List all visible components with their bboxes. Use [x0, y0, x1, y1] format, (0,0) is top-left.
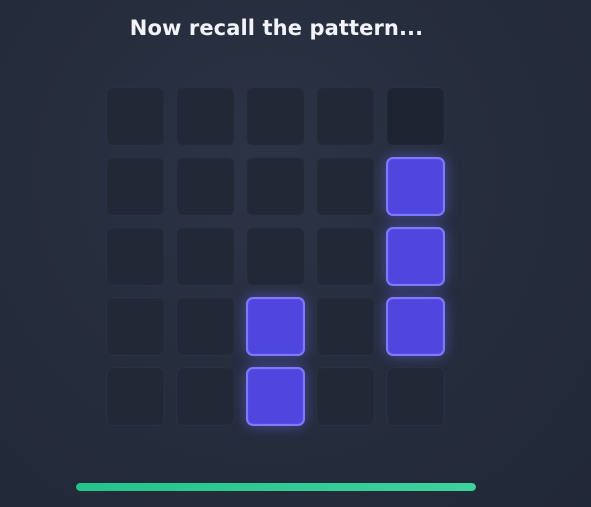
grid-tile-r2-c5[interactable] [386, 157, 445, 216]
grid-tile-r4-c4[interactable] [316, 297, 375, 356]
grid-tile-r3-c1[interactable] [106, 227, 165, 286]
grid-tile-r3-c4[interactable] [316, 227, 375, 286]
grid-tile-r4-c3[interactable] [246, 297, 305, 356]
grid-tile-r3-c5[interactable] [386, 227, 445, 286]
grid-tile-r1-c1[interactable] [106, 87, 165, 146]
grid-tile-r3-c3[interactable] [246, 227, 305, 286]
grid-tile-r4-c1[interactable] [106, 297, 165, 356]
grid-tile-r2-c3[interactable] [246, 157, 305, 216]
grid-tile-r5-c2[interactable] [176, 367, 235, 426]
grid-tile-r4-c2[interactable] [176, 297, 235, 356]
grid-tile-r1-c5[interactable] [386, 87, 445, 146]
grid-tile-r3-c2[interactable] [176, 227, 235, 286]
page-title: Now recall the pattern... [129, 16, 424, 40]
grid-tile-r2-c1[interactable] [106, 157, 165, 216]
grid-tile-r5-c4[interactable] [316, 367, 375, 426]
grid-tile-r4-c5[interactable] [386, 297, 445, 356]
grid-tile-r2-c4[interactable] [316, 157, 375, 216]
grid-tile-r5-c5[interactable] [386, 367, 445, 426]
grid-tile-r5-c3[interactable] [246, 367, 305, 426]
grid-tile-r1-c2[interactable] [176, 87, 235, 146]
grid-tile-r1-c3[interactable] [246, 87, 305, 146]
timer-progress-fill [76, 483, 476, 491]
grid-tile-r5-c1[interactable] [106, 367, 165, 426]
timer-progress-track [76, 483, 476, 491]
grid-tile-r2-c2[interactable] [176, 157, 235, 216]
grid-tile-r1-c4[interactable] [316, 87, 375, 146]
pattern-grid [106, 87, 445, 426]
